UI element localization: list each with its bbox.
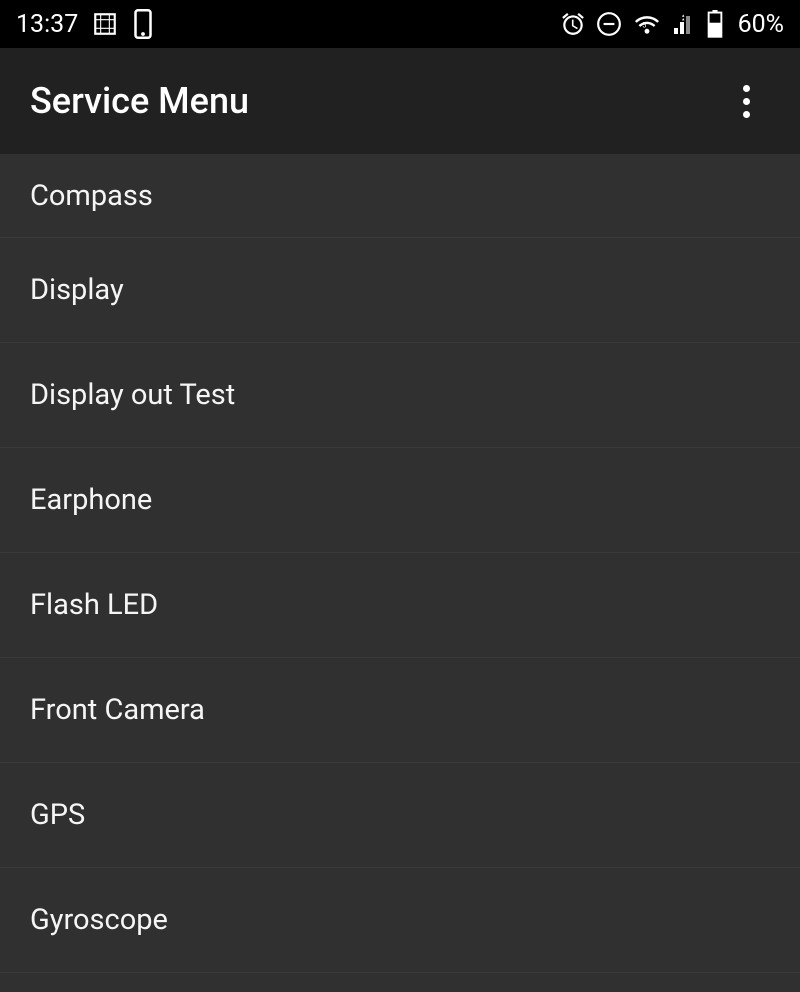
status-bar: 13:37	[0, 0, 800, 48]
phone-icon	[132, 9, 154, 39]
signal-icon	[672, 12, 696, 36]
battery-icon	[706, 10, 724, 38]
list-item-earphone[interactable]: Earphone	[0, 448, 800, 553]
list-item-display-out-test[interactable]: Display out Test	[0, 343, 800, 448]
list-item-label: Flash LED	[30, 588, 158, 622]
status-bar-right: 5 60%	[560, 10, 784, 39]
list-item-label: Display out Test	[30, 378, 235, 412]
list-item-label: Front Camera	[30, 693, 205, 727]
menu-list: Compass Display Display out Test Earphon…	[0, 154, 800, 973]
list-item-label: Compass	[30, 179, 153, 213]
status-bar-left: 13:37	[16, 9, 154, 39]
list-item-label: Display	[30, 273, 124, 307]
list-item-compass[interactable]: Compass	[0, 154, 800, 238]
list-item-display[interactable]: Display	[0, 238, 800, 343]
overflow-menu-button[interactable]	[722, 77, 770, 125]
do-not-disturb-icon	[596, 11, 622, 37]
status-time: 13:37	[16, 10, 78, 39]
svg-text:5: 5	[642, 21, 646, 30]
more-vert-icon	[743, 85, 750, 118]
list-item-flash-led[interactable]: Flash LED	[0, 553, 800, 658]
list-item-gps[interactable]: GPS	[0, 763, 800, 868]
battery-percentage: 60%	[738, 10, 784, 39]
list-item-label: Earphone	[30, 483, 152, 517]
list-item-label: GPS	[30, 798, 85, 832]
app-title: Service Menu	[30, 80, 249, 122]
wifi-icon: 5	[632, 12, 662, 36]
list-item-label: Gyroscope	[30, 903, 168, 937]
list-item-front-camera[interactable]: Front Camera	[0, 658, 800, 763]
app-bar: Service Menu	[0, 48, 800, 154]
list-item-gyroscope[interactable]: Gyroscope	[0, 868, 800, 973]
alarm-icon	[560, 11, 586, 37]
screenshot-icon	[92, 11, 118, 37]
